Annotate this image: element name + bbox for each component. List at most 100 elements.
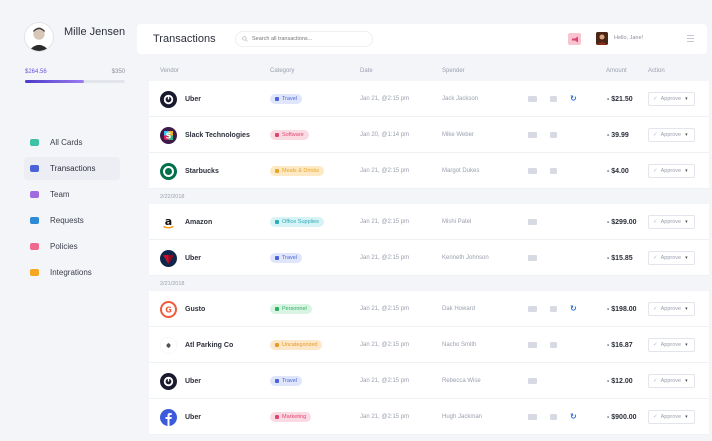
- requests-icon: [30, 217, 39, 224]
- receipt-icon[interactable]: [528, 255, 537, 261]
- receipt-icon[interactable]: [528, 414, 537, 420]
- approve-dropdown[interactable]: ✓ Approve ▾: [648, 374, 695, 388]
- category-badge[interactable]: Meals & Drinks: [270, 166, 324, 176]
- amount-cell: - $15.85: [607, 240, 633, 276]
- receipt-icon[interactable]: [528, 378, 537, 384]
- col-spender[interactable]: Spender: [442, 68, 465, 74]
- category-label: Marketing: [282, 414, 307, 420]
- spender-cell: Rebecca Wise: [442, 378, 481, 384]
- sidebar-item-requests[interactable]: Requests: [24, 209, 120, 232]
- sidebar-item-team[interactable]: Team: [24, 183, 120, 206]
- amount-cell: - $16.87: [607, 327, 633, 363]
- table-row[interactable]: Uber Travel Jan 21, @2:15 pm Kenneth Johnso…: [149, 240, 709, 276]
- approve-dropdown[interactable]: ✓ Approve ▾: [648, 215, 695, 229]
- receipt-icon[interactable]: [528, 306, 537, 312]
- spender-cell: Margot Dukes: [442, 168, 480, 174]
- category-icon: [275, 379, 279, 383]
- col-action[interactable]: Action: [648, 68, 665, 74]
- category-badge[interactable]: Travel: [270, 94, 303, 104]
- profile[interactable]: Mille Jensen: [24, 22, 125, 52]
- sync-icon[interactable]: ↻: [570, 94, 577, 103]
- user-avatar[interactable]: [596, 32, 608, 45]
- amount-cell: - $4.00: [607, 153, 629, 189]
- sidebar-nav: All Cards Transactions Team Requests Policie…: [24, 131, 120, 287]
- receipt-icon[interactable]: [528, 168, 537, 174]
- slack-logo-icon: S: [160, 126, 177, 144]
- table-row[interactable]: Atl Parking Co Uncategorized Jan 21, @2:15…: [149, 327, 709, 363]
- category-badge[interactable]: Uncategorized: [270, 340, 323, 350]
- table-row[interactable]: Uber Travel Jan 21, @2:15 pm Jack Jackson ↻ -…: [149, 81, 709, 117]
- table-row[interactable]: Uber Travel Jan 21, @2:15 pm Rebecca Wise - …: [149, 363, 709, 399]
- col-category[interactable]: Category: [270, 68, 294, 74]
- flag-button[interactable]: [568, 33, 581, 45]
- approve-dropdown[interactable]: ✓ Approve ▾: [648, 128, 695, 142]
- category-badge[interactable]: Travel: [270, 376, 303, 386]
- approve-dropdown[interactable]: ✓ Approve ▾: [648, 251, 695, 265]
- amount: - $12.00: [607, 377, 633, 385]
- col-vendor[interactable]: Vendor: [160, 68, 179, 74]
- table-row[interactable]: a Amazon Office Supplies Jan 21, @2:15 pm Mi…: [149, 204, 709, 240]
- col-amount[interactable]: Amount: [606, 68, 627, 74]
- action-cell: ✓ Approve ▾: [648, 240, 695, 276]
- action-cell: ✓ Approve ▾: [648, 204, 695, 240]
- sync-icon[interactable]: ↻: [570, 412, 577, 421]
- search-input[interactable]: [252, 36, 362, 42]
- page-title: Transactions: [153, 33, 216, 45]
- receipt-icon[interactable]: [528, 342, 537, 348]
- vendor-name: Starbucks: [185, 167, 219, 175]
- approve-dropdown[interactable]: ✓ Approve ▾: [648, 338, 695, 352]
- receipt-icon[interactable]: [528, 219, 537, 225]
- category-badge[interactable]: Travel: [270, 253, 303, 263]
- category-icon: [275, 415, 279, 419]
- camera-icon[interactable]: [550, 168, 557, 174]
- gusto-logo-icon: G: [160, 300, 177, 318]
- spender-cell: Jack Jackson: [442, 96, 479, 102]
- sync-icon[interactable]: ↻: [570, 304, 577, 313]
- sidebar-item-integrations[interactable]: Integrations: [24, 261, 120, 284]
- caret-down-icon: ▾: [685, 168, 688, 174]
- amount: - $21.50: [607, 95, 633, 103]
- approve-dropdown[interactable]: ✓ Approve ▾: [648, 302, 695, 316]
- action-cell: ✓ Approve ▾: [648, 327, 695, 363]
- camera-icon[interactable]: [550, 96, 557, 102]
- profile-avatar[interactable]: [24, 22, 54, 52]
- approve-dropdown[interactable]: ✓ Approve ▾: [648, 92, 695, 106]
- search-box[interactable]: [235, 31, 373, 47]
- camera-icon[interactable]: [550, 306, 557, 312]
- sidebar-item-transactions[interactable]: Transactions: [24, 157, 120, 180]
- table-row[interactable]: G Gusto Personnel Jan 21, @2:15 pm Dak Howar…: [149, 291, 709, 327]
- receipt-icon[interactable]: [528, 96, 537, 102]
- approve-dropdown[interactable]: ✓ Approve ▾: [648, 164, 695, 178]
- vendor-cell: Starbucks: [160, 153, 219, 189]
- table-row[interactable]: Uber Marketing Jan 21, @2:15 pm Hugh Jackma…: [149, 399, 709, 435]
- category-badge[interactable]: Personnel: [270, 304, 312, 314]
- table-row[interactable]: S Slack Technologies Software Jan 20, @1:14…: [149, 117, 709, 153]
- sidebar-item-policies[interactable]: Policies: [24, 235, 120, 258]
- camera-icon[interactable]: [550, 342, 557, 348]
- table-row[interactable]: Starbucks Meals & Drinks Jan 21, @2:15 pm M…: [149, 153, 709, 189]
- amount: - $198.00: [607, 305, 637, 313]
- approve-label: Approve: [660, 168, 682, 174]
- camera-icon[interactable]: [550, 132, 557, 138]
- category-badge[interactable]: Marketing: [270, 412, 312, 422]
- spender-cell: Kenneth Johnson: [442, 255, 489, 261]
- svg-text:S: S: [166, 131, 172, 140]
- category-label: Travel: [282, 378, 298, 384]
- category-badge[interactable]: Office Supplies: [270, 217, 324, 227]
- vendor-name: Amazon: [185, 218, 213, 226]
- camera-icon[interactable]: [550, 414, 557, 420]
- col-date[interactable]: Date: [360, 68, 373, 74]
- amount-cell: - $299.00: [607, 204, 637, 240]
- category-badge[interactable]: Software: [270, 130, 309, 140]
- vendor-name: Atl Parking Co: [185, 341, 234, 349]
- vendor-name: Uber: [185, 254, 201, 262]
- category-cell: Marketing: [270, 399, 312, 435]
- category-cell: Uncategorized: [270, 327, 323, 363]
- category-label: Office Supplies: [282, 219, 319, 225]
- sidebar-item-all-cards[interactable]: All Cards: [24, 131, 120, 154]
- receipt-icon[interactable]: [528, 132, 537, 138]
- profile-name: Mille Jensen: [64, 26, 126, 38]
- approve-label: Approve: [660, 342, 682, 348]
- menu-button[interactable]: [687, 35, 694, 44]
- approve-dropdown[interactable]: ✓ Approve ▾: [648, 410, 695, 424]
